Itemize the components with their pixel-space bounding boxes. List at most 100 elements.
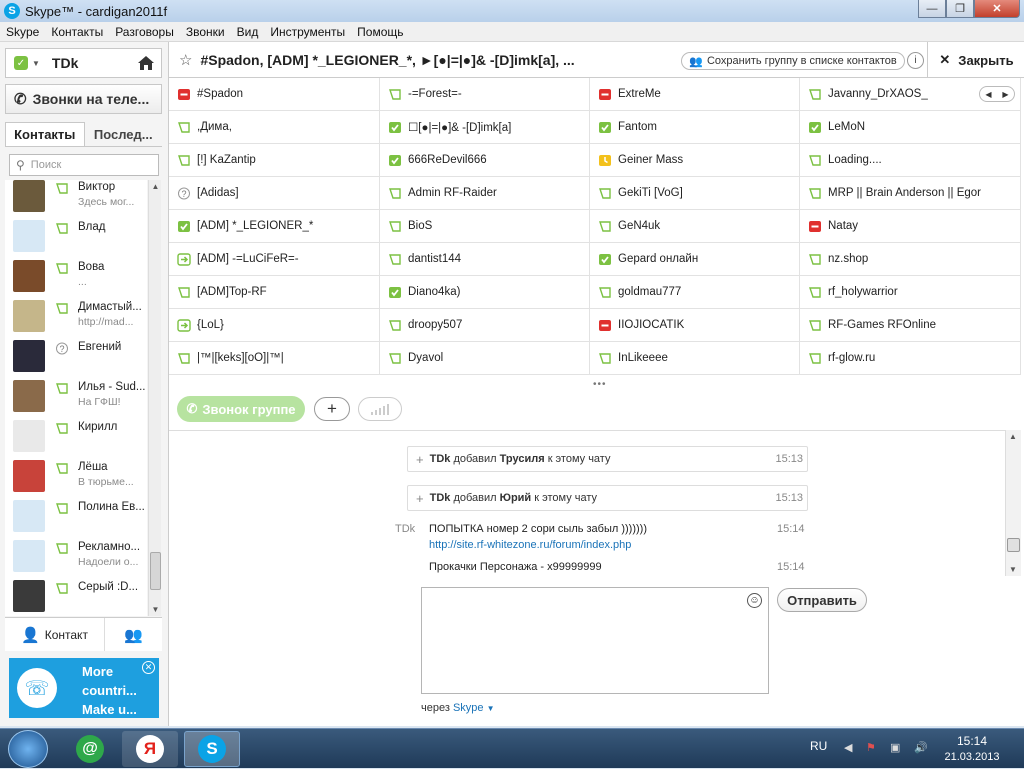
- participant-cell[interactable]: Diano4ka): [380, 276, 590, 309]
- message-link[interactable]: http://site.rf-whitezone.ru/forum/index.…: [429, 539, 631, 551]
- close-window-button[interactable]: ✕: [974, 0, 1020, 18]
- prev-icon[interactable]: ◀: [985, 90, 991, 99]
- menu-skype[interactable]: Skype: [0, 25, 45, 39]
- chat-scrollbar[interactable]: ▲ ▼: [1005, 430, 1021, 576]
- call-group-button[interactable]: ✆ Звонок группе: [177, 396, 305, 422]
- close-conversation-button[interactable]: ✕ Закрыть: [927, 42, 1024, 78]
- tray-flag-icon[interactable]: ⚑: [866, 741, 880, 755]
- language-indicator[interactable]: RU: [810, 739, 827, 753]
- participant-cell[interactable]: GeN4uk: [590, 210, 800, 243]
- add-participant-button[interactable]: +: [314, 397, 350, 421]
- contact-item[interactable]: ? Евгений: [5, 336, 147, 376]
- menu-contacts[interactable]: Контакты: [45, 25, 109, 39]
- phone-calls-button[interactable]: ✆ Звонки на теле...: [5, 84, 162, 114]
- participant-cell[interactable]: Fantom: [590, 111, 800, 144]
- profile-bar[interactable]: ✓ ▼ TDk: [5, 48, 162, 78]
- menu-tools[interactable]: Инструменты: [264, 25, 351, 39]
- scroll-up-icon[interactable]: ▲: [1009, 432, 1017, 441]
- message-input[interactable]: [421, 587, 769, 694]
- contact-item[interactable]: Полина Ев...: [5, 496, 147, 536]
- participant-cell[interactable]: ☐[●|=|●]& -[D]imk[a]: [380, 111, 590, 144]
- tab-contacts[interactable]: Контакты: [5, 122, 85, 146]
- send-button[interactable]: Отправить: [777, 588, 867, 612]
- participant-cell[interactable]: [ADM] *_LEGIONER_*: [169, 210, 380, 243]
- participant-cell[interactable]: Dyavol: [380, 342, 590, 375]
- chevron-down-icon[interactable]: ▼: [487, 704, 495, 713]
- menu-calls[interactable]: Звонки: [180, 25, 231, 39]
- participant-cell[interactable]: Gepard онлайн: [590, 243, 800, 276]
- search-input[interactable]: ⚲ Поиск: [9, 154, 159, 176]
- participant-cell[interactable]: #Spadon: [169, 78, 380, 111]
- contact-item[interactable]: Серый :D...: [5, 576, 147, 616]
- status-online-icon[interactable]: ✓: [14, 56, 28, 70]
- participant-cell[interactable]: [ADM] -=LuCiFeR=-: [169, 243, 380, 276]
- promo-banner[interactable]: ☏ More countri... Make u... ✕: [9, 658, 159, 718]
- contact-item[interactable]: Илья - Sud... На ГФШ!: [5, 376, 147, 416]
- start-button[interactable]: [8, 730, 48, 768]
- participant-cell[interactable]: |™|[keks][oO]|™|: [169, 342, 380, 375]
- contact-item[interactable]: Влад: [5, 216, 147, 256]
- participants-nav[interactable]: ◀ ▶: [979, 86, 1015, 102]
- participant-cell[interactable]: rf_holywarrior: [800, 276, 1021, 309]
- clock-date[interactable]: 21.03.2013: [942, 751, 1002, 763]
- mail-agent-taskbar-icon[interactable]: @: [62, 731, 118, 767]
- network-icon[interactable]: ▣: [890, 741, 904, 755]
- call-quality-button[interactable]: [358, 397, 402, 421]
- save-group-button[interactable]: 👥 Сохранить группу в списке контактов: [681, 52, 905, 70]
- participant-cell[interactable]: GekiTi [VoG]: [590, 177, 800, 210]
- participant-cell[interactable]: LeMoN: [800, 111, 1021, 144]
- participant-cell[interactable]: Geiner Mass: [590, 144, 800, 177]
- contact-item[interactable]: Лёша В тюрьме...: [5, 456, 147, 496]
- participant-cell[interactable]: rf-glow.ru: [800, 342, 1021, 375]
- participant-cell[interactable]: 666ReDevil666: [380, 144, 590, 177]
- participant-cell[interactable]: ,Дима,: [169, 111, 380, 144]
- participant-cell[interactable]: droopy507: [380, 309, 590, 342]
- participant-cell[interactable]: InLikeeee: [590, 342, 800, 375]
- contact-item[interactable]: Виктор Здесь мог...: [5, 180, 147, 216]
- volume-icon[interactable]: 🔊: [914, 741, 928, 755]
- menu-conversations[interactable]: Разговоры: [109, 25, 180, 39]
- contact-item[interactable]: Кирилл: [5, 416, 147, 456]
- emoticon-icon[interactable]: ☺: [747, 593, 762, 608]
- contact-item[interactable]: Рекламно... Надоели о...: [5, 536, 147, 576]
- maximize-button[interactable]: ❐: [946, 0, 974, 18]
- participant-cell[interactable]: Admin RF-Raider: [380, 177, 590, 210]
- via-service[interactable]: Skype: [453, 702, 484, 714]
- scroll-thumb[interactable]: [1007, 538, 1020, 552]
- tab-recent[interactable]: Послед...: [85, 122, 163, 146]
- participant-cell[interactable]: IIOJIOCATIK: [590, 309, 800, 342]
- participant-cell[interactable]: ? [Adidas]: [169, 177, 380, 210]
- participant-cell[interactable]: [ADM]Top-RF: [169, 276, 380, 309]
- contact-item[interactable]: Димастый... http://mad...: [5, 296, 147, 336]
- profile-name[interactable]: TDk: [52, 55, 78, 71]
- via-selector[interactable]: через Skype ▼: [421, 702, 495, 714]
- participant-cell[interactable]: ExtreMe: [590, 78, 800, 111]
- yandex-browser-taskbar-icon[interactable]: Я: [122, 731, 178, 767]
- star-icon[interactable]: ☆: [179, 51, 192, 69]
- participant-cell[interactable]: {LoL}: [169, 309, 380, 342]
- participant-cell[interactable]: MRP || Brain Anderson || Egor: [800, 177, 1021, 210]
- participant-cell[interactable]: [!] KaZantip: [169, 144, 380, 177]
- participant-cell[interactable]: -=Forest=-: [380, 78, 590, 111]
- menu-help[interactable]: Помощь: [351, 25, 409, 39]
- participant-cell[interactable]: Loading....: [800, 144, 1021, 177]
- skype-taskbar-icon[interactable]: S: [184, 731, 240, 767]
- participant-cell[interactable]: RF-Games RFOnline: [800, 309, 1021, 342]
- contact-item[interactable]: Вова...: [5, 256, 147, 296]
- participant-cell[interactable]: goldmau777: [590, 276, 800, 309]
- minimize-button[interactable]: —: [918, 0, 946, 18]
- next-icon[interactable]: ▶: [1002, 90, 1008, 99]
- scroll-thumb[interactable]: [150, 552, 161, 590]
- participant-cell[interactable]: BioS: [380, 210, 590, 243]
- participant-cell[interactable]: Natay: [800, 210, 1021, 243]
- home-icon[interactable]: [137, 54, 155, 72]
- scroll-down-icon[interactable]: ▼: [149, 603, 162, 616]
- create-group-button[interactable]: 👥: [105, 618, 162, 651]
- participant-cell[interactable]: dantist144: [380, 243, 590, 276]
- add-contact-button[interactable]: 👤 Контакт: [5, 618, 105, 651]
- contact-list-scrollbar[interactable]: ▲ ▼: [148, 180, 161, 616]
- scroll-up-icon[interactable]: ▲: [149, 180, 162, 193]
- tray-arrow-icon[interactable]: ◀: [844, 741, 858, 755]
- info-icon[interactable]: i: [907, 52, 924, 69]
- scroll-down-icon[interactable]: ▼: [1009, 565, 1017, 574]
